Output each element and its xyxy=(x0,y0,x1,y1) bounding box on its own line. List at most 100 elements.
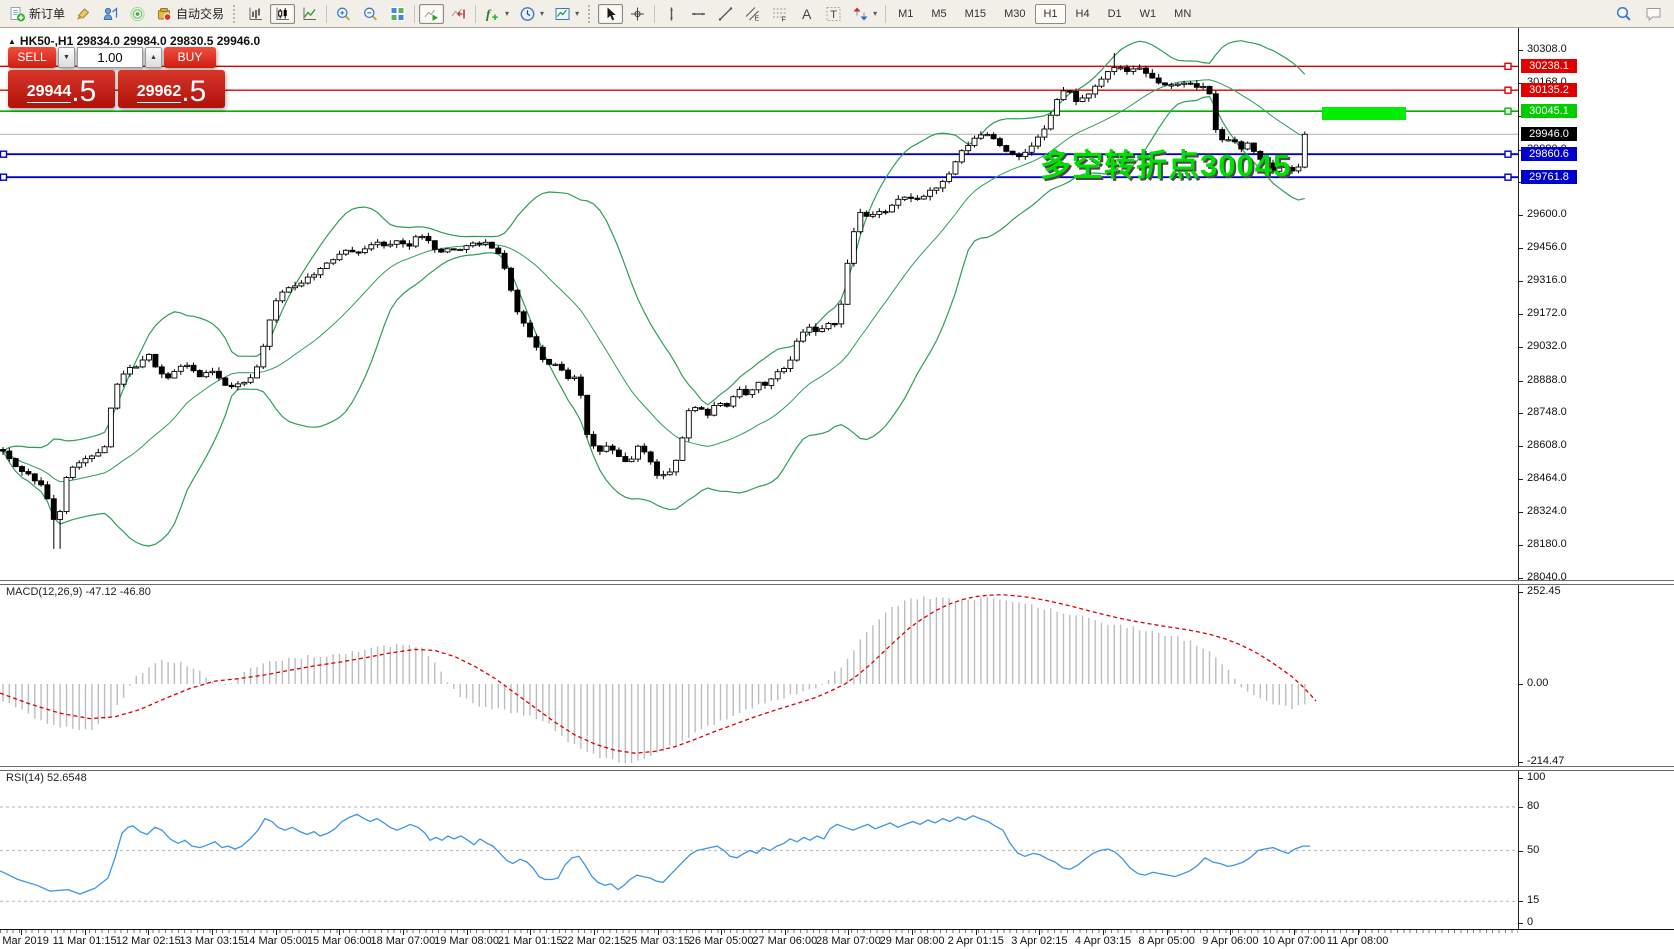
toolbar-separator xyxy=(885,5,886,23)
tile-windows-button[interactable] xyxy=(385,4,410,24)
buy-price-button[interactable]: 29962.5 xyxy=(118,70,225,108)
vline-icon xyxy=(663,6,680,22)
chat-button[interactable] xyxy=(1641,4,1669,24)
toolbar-separator xyxy=(654,5,655,23)
tick-mark xyxy=(1519,851,1523,852)
svg-text:T: T xyxy=(830,9,837,21)
timeframe-mn-button[interactable]: MN xyxy=(1166,4,1199,24)
dropdown-caret-icon[interactable]: ▾ xyxy=(540,9,544,18)
sell-button[interactable]: SELL xyxy=(8,47,56,68)
rsi-scale-label: 0 xyxy=(1527,916,1533,928)
auto-scroll-button[interactable] xyxy=(419,4,444,24)
volume-input[interactable] xyxy=(77,47,143,68)
price-line-label[interactable]: 29761.8 xyxy=(1521,170,1577,184)
templates-button[interactable]: ▾ xyxy=(550,4,583,24)
rsi-scale-label: 50 xyxy=(1527,844,1539,856)
tick-mark xyxy=(1519,281,1523,282)
dropdown-caret-icon[interactable]: ▾ xyxy=(575,9,579,18)
sell-price-int: 29944 xyxy=(27,82,72,103)
chart-workspace: ▲HK50-,H1 29834.0 29984.0 29830.5 29946.… xyxy=(0,28,1674,949)
rsi-scale-label: 100 xyxy=(1527,771,1545,783)
timeframe-h4-button[interactable]: H4 xyxy=(1068,4,1098,24)
symbol-ohlc-text: HK50-,H1 29834.0 29984.0 29830.5 29946.0 xyxy=(20,34,260,48)
horizontal-line-tool-button[interactable] xyxy=(686,4,711,24)
sell-price-button[interactable]: 29944.5 xyxy=(8,70,115,108)
fibonacci-tool-button[interactable]: F xyxy=(767,4,792,24)
dropdown-caret-icon[interactable]: ▾ xyxy=(505,9,509,18)
channel-tool-button[interactable]: E xyxy=(740,4,765,24)
crosshair-tool-button[interactable] xyxy=(625,4,650,24)
annotation-text[interactable]: 多空转折点30045 xyxy=(1040,140,1291,185)
label-tool-button[interactable]: T xyxy=(821,4,846,24)
tick-mark xyxy=(1519,381,1523,382)
arrows-tool-button[interactable]: ▾ xyxy=(848,4,881,24)
price-chart-canvas[interactable] xyxy=(0,28,1518,580)
timeframe-d1-button[interactable]: D1 xyxy=(1100,4,1130,24)
price-line-label[interactable]: 29860.6 xyxy=(1521,147,1577,161)
timeframe-h1-button[interactable]: H1 xyxy=(1035,4,1065,24)
text-tool-button[interactable]: A xyxy=(794,4,819,24)
time-axis-label: 26 Mar 05:00 xyxy=(689,935,754,947)
algo-trading-button[interactable]: 自动交易 xyxy=(152,4,228,24)
timeframe-m1-button[interactable]: M1 xyxy=(890,4,921,24)
time-axis-label: 19 Mar 08:00 xyxy=(434,935,499,947)
price-tick-label: 29032.0 xyxy=(1527,340,1567,352)
dropdown-caret-icon[interactable]: ▾ xyxy=(873,9,877,18)
time-axis-label: 11 Apr 08:00 xyxy=(1327,935,1389,947)
panel-separator[interactable] xyxy=(0,580,1674,585)
timeframe-m15-button[interactable]: M15 xyxy=(957,4,994,24)
volume-decrease-button[interactable]: ▼ xyxy=(58,47,75,68)
current-price-label[interactable]: 29946.0 xyxy=(1521,127,1577,141)
price-line-label[interactable]: 30135.2 xyxy=(1521,83,1577,97)
rsi-indicator-label: RSI(14) 52.6548 xyxy=(6,772,87,784)
panel-separator[interactable] xyxy=(0,766,1674,771)
signals-button[interactable] xyxy=(125,4,150,24)
indicators-button[interactable]: f▾ xyxy=(480,4,513,24)
market-icon xyxy=(102,6,119,22)
highlight-rectangle[interactable] xyxy=(1322,107,1406,120)
line-chart-mode-button[interactable] xyxy=(297,4,322,24)
time-axis-minor-ticks xyxy=(0,930,1518,933)
price-line-label[interactable]: 30045.1 xyxy=(1521,104,1577,118)
time-axis-label: 2 Apr 01:15 xyxy=(948,935,1004,947)
macd-panel-canvas[interactable] xyxy=(0,583,1518,766)
timeframe-w1-button[interactable]: W1 xyxy=(1132,4,1165,24)
time-axis[interactable]: 7 Mar 201911 Mar 01:1512 Mar 02:1513 Mar… xyxy=(0,929,1674,949)
tick-mark xyxy=(1519,684,1523,685)
time-axis-label: 13 Mar 03:15 xyxy=(180,935,245,947)
rsi-scale-label: 15 xyxy=(1527,894,1539,906)
candlestick-mode-button[interactable] xyxy=(270,4,295,24)
new-order-button[interactable]: 新订单 xyxy=(5,4,69,24)
time-axis-label: 8 Apr 05:00 xyxy=(1139,935,1195,947)
chart-shift-button[interactable] xyxy=(446,4,471,24)
brush-icon xyxy=(75,6,92,22)
market-watch-button[interactable] xyxy=(98,4,123,24)
timeframe-m30-button[interactable]: M30 xyxy=(996,4,1033,24)
svg-text:E: E xyxy=(755,15,760,22)
tick-mark xyxy=(1519,314,1523,315)
volume-increase-button[interactable]: ▲ xyxy=(145,47,162,68)
timeframe-m5-button[interactable]: M5 xyxy=(923,4,954,24)
new-chart-button[interactable] xyxy=(71,4,96,24)
periods-button[interactable]: ▾ xyxy=(515,4,548,24)
tick-mark xyxy=(1519,901,1523,902)
tick-mark xyxy=(1519,413,1523,414)
rsi-panel-canvas[interactable] xyxy=(0,769,1518,929)
price-axis[interactable]: 30308.030168.030024.029880.029740.029600… xyxy=(1518,28,1674,929)
zoom-out-button[interactable] xyxy=(358,4,383,24)
zoom-in-button[interactable] xyxy=(331,4,356,24)
search-button[interactable] xyxy=(1611,4,1639,24)
linechart-icon xyxy=(301,6,318,22)
tick-mark xyxy=(1519,778,1523,779)
buy-button[interactable]: BUY xyxy=(164,47,216,68)
time-axis-label: 12 Mar 02:15 xyxy=(116,935,181,947)
price-line-label[interactable]: 30238.1 xyxy=(1521,59,1577,73)
time-axis-label: 29 Mar 08:00 xyxy=(880,935,945,947)
trendline-tool-button[interactable] xyxy=(713,4,738,24)
bar-chart-mode-button[interactable] xyxy=(243,4,268,24)
tick-mark xyxy=(1519,215,1523,216)
vertical-line-tool-button[interactable] xyxy=(659,4,684,24)
collapse-triangle-icon[interactable]: ▲ xyxy=(8,37,16,46)
cursor-tool-button[interactable] xyxy=(598,4,623,24)
sell-price-frac: .5 xyxy=(71,79,96,105)
